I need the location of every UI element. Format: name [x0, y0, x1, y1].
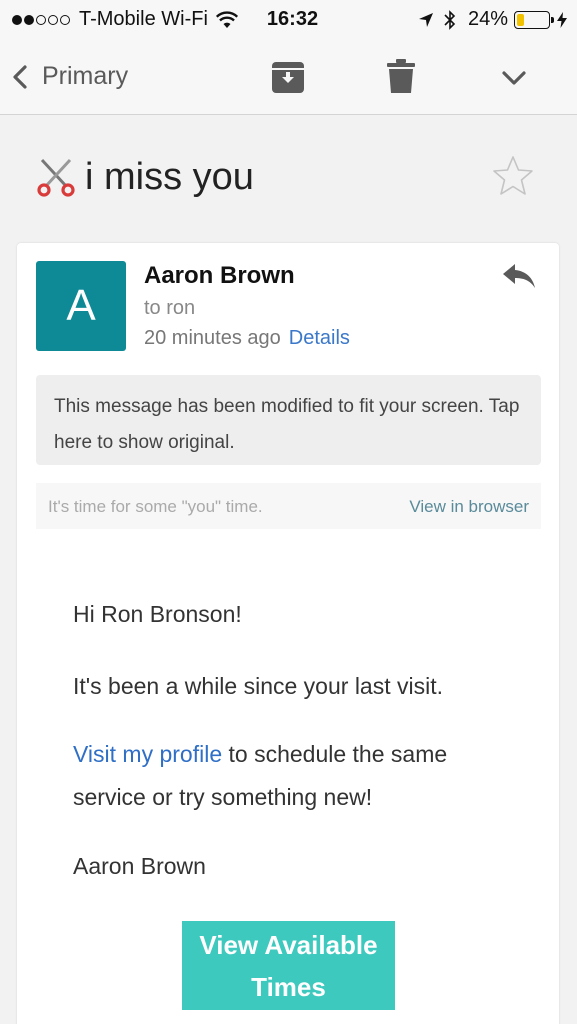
- message-meta: 20 minutes ago Details: [144, 327, 350, 350]
- archive-icon[interactable]: [270, 59, 306, 95]
- battery-level: [517, 13, 525, 26]
- status-bar: T-Mobile Wi-Fi 16:32 24%: [0, 0, 577, 38]
- chevron-left-icon: [13, 64, 27, 89]
- star-icon[interactable]: [491, 154, 535, 198]
- message-card: A Aaron Brown to ron 20 minutes ago Detai…: [17, 243, 559, 1024]
- modified-notice[interactable]: This message has been modified to fit yo…: [36, 375, 541, 465]
- chevron-down-icon[interactable]: [500, 66, 528, 90]
- recipient-line: to ron: [144, 297, 196, 319]
- status-left: T-Mobile Wi-Fi: [12, 8, 238, 31]
- battery-percent: 24%: [467, 8, 508, 30]
- trash-icon[interactable]: [386, 58, 416, 94]
- battery-icon: [514, 10, 554, 29]
- back-label: Primary: [42, 62, 129, 90]
- carrier-name: T-Mobile Wi-Fi: [79, 8, 208, 30]
- visit-profile-link[interactable]: Visit my profile: [73, 741, 222, 767]
- view-available-times-button[interactable]: View Available Times: [182, 921, 395, 1010]
- greeting-text: Hi Ron Bronson!: [73, 601, 242, 627]
- timestamp: 20 minutes ago: [144, 327, 281, 349]
- wifi-icon: [215, 10, 238, 28]
- status-right: 24%: [418, 8, 567, 31]
- location-arrow-icon: [418, 12, 433, 27]
- nav-bar: Primary: [0, 38, 577, 115]
- reply-icon[interactable]: [501, 261, 537, 291]
- email-preheader: It's time for some "you" time. View in b…: [36, 483, 541, 529]
- body-paragraph-profile: Visit my profile to schedule the same se…: [73, 733, 513, 819]
- signature: Aaron Brown: [73, 853, 206, 879]
- subject-row: i miss you: [0, 140, 577, 220]
- view-in-browser-link[interactable]: View in browser: [409, 497, 529, 517]
- sender-name[interactable]: Aaron Brown: [144, 262, 295, 290]
- details-link[interactable]: Details: [289, 327, 350, 349]
- signal-strength-icon: [12, 14, 72, 25]
- preheader-text: It's time for some "you" time.: [48, 497, 263, 516]
- avatar[interactable]: A: [36, 261, 126, 351]
- back-button[interactable]: Primary: [12, 62, 128, 91]
- charging-bolt-icon: [557, 11, 567, 28]
- scissors-icon: [37, 158, 75, 197]
- bluetooth-icon: [444, 9, 456, 30]
- email-subject: i miss you: [85, 156, 254, 198]
- body-paragraph: It's been a while since your last visit.: [73, 673, 443, 699]
